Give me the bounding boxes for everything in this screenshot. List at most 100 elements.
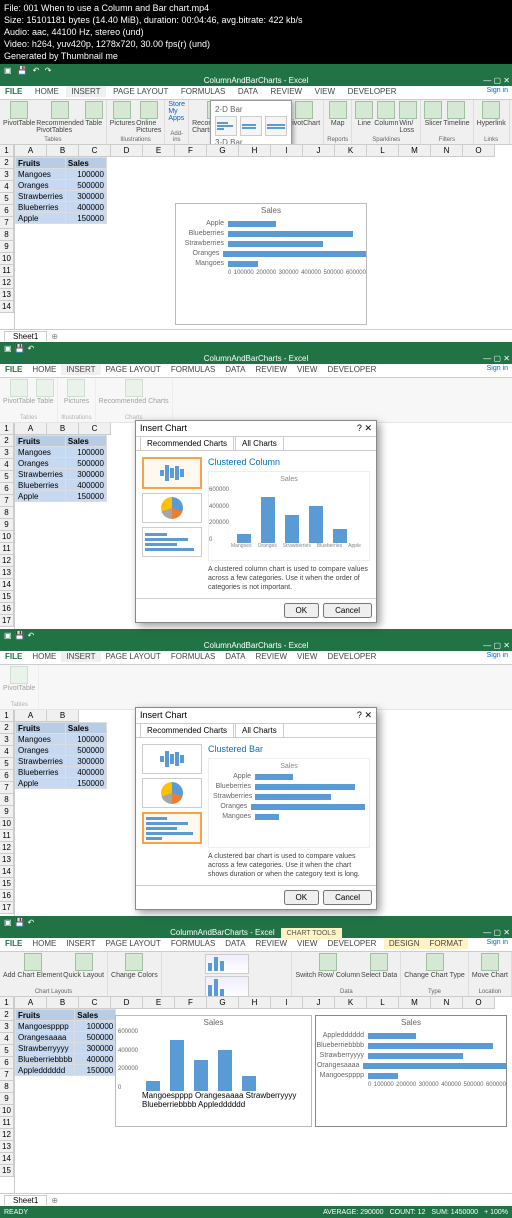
sign-in-link[interactable]: Sign in xyxy=(483,86,512,95)
ok-button[interactable]: OK xyxy=(284,603,320,618)
meta-size: Size: 15101181 bytes (14.40 MiB), durati… xyxy=(4,14,508,26)
timeline-icon[interactable] xyxy=(447,101,465,119)
chart-title: Sales xyxy=(176,204,366,217)
meta-gen: Generated by Thumbnail me xyxy=(4,50,508,62)
grid-body[interactable]: ABCDEFGHIJKLMNO FruitsSales Mangoes10000… xyxy=(15,145,512,329)
tab-developer[interactable]: DEVELOPER xyxy=(343,86,402,97)
tab-design[interactable]: DESIGN xyxy=(384,938,425,949)
video-metadata: File: 001 When to use a Column and Bar c… xyxy=(0,0,512,64)
dialog-close-icon[interactable]: ✕ xyxy=(364,423,372,433)
tab-insert[interactable]: INSERT xyxy=(66,86,105,97)
sparkline-icon[interactable] xyxy=(355,101,373,119)
excel-frame-1: ▣ 💾 ↶ ↷ ColumnAndBarCharts - Excel — ▢ ✕… xyxy=(0,64,512,342)
data-table[interactable]: FruitsSales Mangoes100000 Oranges500000 … xyxy=(15,157,107,224)
quick-layout-icon[interactable] xyxy=(75,953,93,971)
tab-data[interactable]: DATA xyxy=(233,86,263,97)
cancel-button[interactable]: Cancel xyxy=(323,890,372,905)
window-controls[interactable]: — ▢ ✕ xyxy=(483,75,510,86)
thumb-pie[interactable] xyxy=(142,778,202,808)
thumb-clustered-bar[interactable] xyxy=(142,812,202,844)
store-link[interactable]: Store xyxy=(168,101,185,108)
excel-frame-2: ▣💾↶ ColumnAndBarCharts - Excel— ▢ ✕ FILE… xyxy=(0,342,512,629)
excel-frame-3: ▣💾↶ ColumnAndBarCharts - Excel— ▢ ✕ FILE… xyxy=(0,629,512,916)
bar-chart-gallery: 2-D Bar 3-D Bar More Bar Charts... xyxy=(210,100,292,145)
embedded-column-chart[interactable]: Sales 0200000400000600000 Mangoespppp Or… xyxy=(115,1015,312,1127)
tab-review[interactable]: REVIEW xyxy=(266,86,308,97)
select-data-icon[interactable] xyxy=(370,953,388,971)
ribbon-design: Add Chart ElementQuick LayoutChart Layou… xyxy=(0,952,512,997)
change-colors-icon[interactable] xyxy=(125,953,143,971)
tab-file[interactable]: FILE xyxy=(0,86,27,97)
title-bar: ColumnAndBarCharts - Excel — ▢ ✕ xyxy=(0,75,512,86)
ribbon-disabled: PivotTableTableTables PicturesIllustrati… xyxy=(0,378,512,423)
tab-formulas[interactable]: FORMULAS xyxy=(176,86,230,97)
thumb-clustered-bar[interactable] xyxy=(142,527,202,557)
switch-rowcol-icon[interactable] xyxy=(319,953,337,971)
preview-column-chart: Sales 0200000400000600000 MangoesOranges… xyxy=(208,471,370,561)
sheet1-tab[interactable]: Sheet1 xyxy=(4,331,47,341)
clustered-bar-thumb[interactable] xyxy=(215,116,237,136)
tab-home[interactable]: HOME xyxy=(30,86,64,97)
sparkcol-icon[interactable] xyxy=(377,101,395,119)
thumb-clustered-column[interactable] xyxy=(142,457,202,489)
worksheet-area: 1234567891011121314 ABCDEFGHIJKLMNO Frui… xyxy=(0,145,512,329)
slicer-icon[interactable] xyxy=(424,101,442,119)
dialog-title: Insert Chart xyxy=(140,423,187,434)
style-2[interactable] xyxy=(205,976,249,997)
rec-pivot-icon[interactable] xyxy=(51,101,69,119)
thumb-pie[interactable] xyxy=(142,493,202,523)
chart-tools-label: CHART TOOLS xyxy=(281,928,342,939)
online-pics-icon[interactable] xyxy=(140,101,158,119)
ribbon-insert: PivotTableRecommended PivotTablesTableTa… xyxy=(0,100,512,145)
tab-recommended[interactable]: Recommended Charts xyxy=(140,436,234,450)
sheet-tabs: Sheet1 ⊕ xyxy=(0,329,512,342)
pictures-icon[interactable] xyxy=(113,101,131,119)
chart-styles-gallery xyxy=(162,952,293,996)
undo-icon[interactable]: ↶ xyxy=(28,344,35,353)
tab-all-charts[interactable]: All Charts xyxy=(235,436,284,450)
preview-bar-chart: Sales Apple Blueberries Strawberries Ora… xyxy=(208,758,370,848)
pivottable-icon[interactable] xyxy=(10,101,28,119)
bar-oranges xyxy=(223,251,366,257)
quick-access-toolbar: ▣ 💾 ↶ ↷ xyxy=(0,64,512,75)
x-axis: 0100000200000300000400000500000600000 xyxy=(228,270,366,276)
bar-apple xyxy=(228,221,276,227)
table-icon[interactable] xyxy=(85,101,103,119)
col-strawberries xyxy=(285,515,299,543)
embedded-bar-chart[interactable]: Sales Apple Blueberries Strawberries Ora… xyxy=(175,203,367,325)
embedded-hbar-chart[interactable]: Sales Appledddddd Blueberriebbbb Strawbe… xyxy=(315,1015,507,1127)
chart-thumbnails xyxy=(142,457,202,592)
cancel-button[interactable]: Cancel xyxy=(323,603,372,618)
ok-button[interactable]: OK xyxy=(284,890,320,905)
save-icon[interactable]: 💾 xyxy=(17,66,27,75)
sparkwl-icon[interactable] xyxy=(399,101,417,119)
map-icon[interactable] xyxy=(329,101,347,119)
gallery-header-3d: 3-D Bar xyxy=(215,138,287,145)
row-headers: 1234567891011121314 xyxy=(0,145,15,329)
add-element-icon[interactable] xyxy=(24,953,42,971)
undo-icon[interactable]: ↶ xyxy=(33,66,40,75)
tab-view[interactable]: VIEW xyxy=(310,86,340,97)
gallery-header-2d: 2-D Bar xyxy=(215,105,287,114)
tab-pagelayout[interactable]: PAGE LAYOUT xyxy=(108,86,173,97)
dialog-help-icon[interactable]: ? xyxy=(357,423,362,433)
col-apple xyxy=(333,529,347,543)
hyperlink-icon[interactable] xyxy=(482,101,500,119)
ribbon-tabs: FILE HOME INSERT PAGE LAYOUT FORMULAS DA… xyxy=(0,86,512,100)
add-sheet-icon[interactable]: ⊕ xyxy=(51,332,58,341)
100-stacked-bar-thumb[interactable] xyxy=(265,116,287,136)
style-1[interactable] xyxy=(205,954,249,974)
redo-icon[interactable]: ↷ xyxy=(45,66,52,75)
change-type-icon[interactable] xyxy=(426,953,444,971)
tab-format[interactable]: FORMAT xyxy=(425,938,468,949)
move-chart-icon[interactable] xyxy=(481,953,499,971)
stacked-bar-thumb[interactable] xyxy=(240,116,262,136)
pivotchart-icon[interactable] xyxy=(295,101,313,119)
thumb-clustered-column[interactable] xyxy=(142,744,202,774)
col-mangoes xyxy=(237,534,251,543)
preview-heading: Clustered Column xyxy=(208,457,370,467)
save-icon[interactable]: 💾 xyxy=(15,344,25,353)
excel-icon: ▣ xyxy=(4,66,12,75)
myapps-link[interactable]: My Apps xyxy=(168,108,185,122)
bar-mangoes xyxy=(228,261,258,267)
